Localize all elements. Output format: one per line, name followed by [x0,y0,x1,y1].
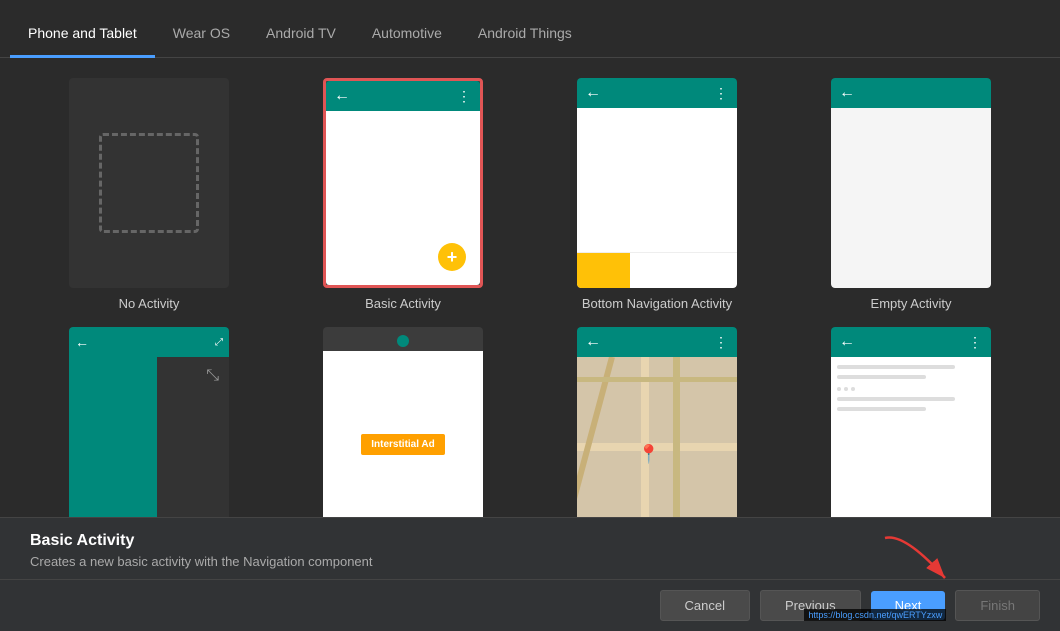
md-line-3 [837,397,955,401]
tabs-bar: Phone and Tablet Wear OS Android TV Auto… [0,0,1060,58]
phone-content: + [326,111,480,285]
more-options-icon-md: ⋮ [968,334,983,351]
tab-wear-os[interactable]: Wear OS [155,11,248,58]
template-no-activity[interactable]: No Activity [30,78,268,311]
basic-activity-mockup: ← ⋮ + [326,81,480,285]
maps-mockup: ← ⋮ 📍 [577,327,737,517]
tab-android-things[interactable]: Android Things [460,11,590,58]
back-arrow-icon-ea: ← [839,84,855,102]
next-button[interactable]: Next https://blog.csdn.net/qwERTYzxw [871,591,946,620]
next-label: Next [895,598,922,613]
masterdetail-mockup: ← ⋮ [831,327,991,517]
bottom-nav-mockup: ← ⋮ [577,78,737,288]
maps-thumb: ← ⋮ 📍 [577,327,737,517]
description-title: Basic Activity [30,532,1030,550]
fullscreen-content: ⤡ [69,357,229,517]
nav-item-3 [684,253,737,288]
tab-phone-tablet[interactable]: Phone and Tablet [10,11,155,58]
no-activity-label: No Activity [119,296,180,311]
empty-activity-thumb: ← [831,78,991,288]
phone-content-ea [831,108,991,288]
md-line-4 [837,407,926,411]
nav-item-1 [577,253,630,288]
phone-content-bn [577,108,737,252]
empty-activity-label: Empty Activity [871,296,952,311]
map-road-top [577,377,737,382]
template-master-detail[interactable]: ← ⋮ [792,327,1030,517]
fab-button: + [438,243,466,271]
template-bottom-nav[interactable]: ← ⋮ Bottom Navigation Activity [538,78,776,311]
description-bar: Basic Activity Creates a new basic activ… [0,517,1060,579]
bottom-nav-thumb: ← ⋮ [577,78,737,288]
more-options-icon-bn: ⋮ [714,85,729,102]
tab-automotive[interactable]: Automotive [354,11,460,58]
interstitial-thumb: Interstitial Ad [323,327,483,517]
main-area: No Activity ← ⋮ + Basic Activity [0,58,1060,631]
md-dot-2 [844,387,848,391]
md-dot-1 [837,387,841,391]
description-text: Creates a new basic activity with the Na… [30,554,1030,569]
fullscreen-corner-icons: ⤢ [215,337,223,348]
back-arrow-icon: ← [334,87,350,105]
back-arrow-icon-md: ← [839,333,855,351]
back-arrow-icon-maps: ← [585,333,601,351]
masterdetail-thumb: ← ⋮ [831,327,991,517]
bottom-nav-label: Bottom Navigation Activity [582,296,732,311]
template-grid: No Activity ← ⋮ + Basic Activity [0,58,1060,517]
map-pin-icon: 📍 [638,444,660,465]
tab-android-tv[interactable]: Android TV [248,11,354,58]
md-line-2 [837,375,926,379]
fullscreen-thumb: ← ⤢ ⤡ [69,327,229,517]
basic-activity-thumb: ← ⋮ + [323,78,483,288]
template-interstitial[interactable]: Interstitial Ad Interstitial Ad [284,327,522,517]
md-dot-3 [851,387,855,391]
cancel-button[interactable]: Cancel [660,590,750,621]
nav-item-2 [630,253,683,288]
phone-toolbar-bn: ← ⋮ [577,78,737,108]
phone-toolbar-maps: ← ⋮ [577,327,737,357]
back-arrow-icon-bn: ← [585,84,601,102]
more-options-icon-maps: ⋮ [714,334,729,351]
interstitial-content: Interstitial Ad [323,351,483,517]
md-line-1 [837,365,955,369]
template-fullscreen[interactable]: ← ⤢ ⤡ Fullscreen Activity [30,327,268,517]
dashed-box [99,133,199,233]
phone-content-md [831,357,991,517]
bottom-nav-bar [577,252,737,288]
map-road-right [673,357,680,517]
basic-activity-label: Basic Activity [365,296,441,311]
md-dots-row [837,387,985,391]
interstitial-ad-label: Interstitial Ad [361,434,445,455]
template-maps[interactable]: ← ⋮ 📍 Google Maps Activity [538,327,776,517]
phone-toolbar-ea: ← [831,78,991,108]
template-basic-activity[interactable]: ← ⋮ + Basic Activity [284,78,522,311]
phone-content-maps: 📍 [577,357,737,517]
finish-button: Finish [955,590,1040,621]
previous-button[interactable]: Previous [760,590,861,621]
no-activity-thumb [69,78,229,288]
more-options-icon: ⋮ [457,88,472,105]
interstitial-dot [397,335,409,347]
phone-toolbar-md: ← ⋮ [831,327,991,357]
phone-toolbar: ← ⋮ [326,81,480,111]
footer: Cancel Previous Next https://blog.csdn.n… [0,579,1060,631]
empty-activity-mockup: ← [831,78,991,288]
template-empty-activity[interactable]: ← Empty Activity [792,78,1030,311]
fullscreen-back-icon: ← [75,334,89,350]
